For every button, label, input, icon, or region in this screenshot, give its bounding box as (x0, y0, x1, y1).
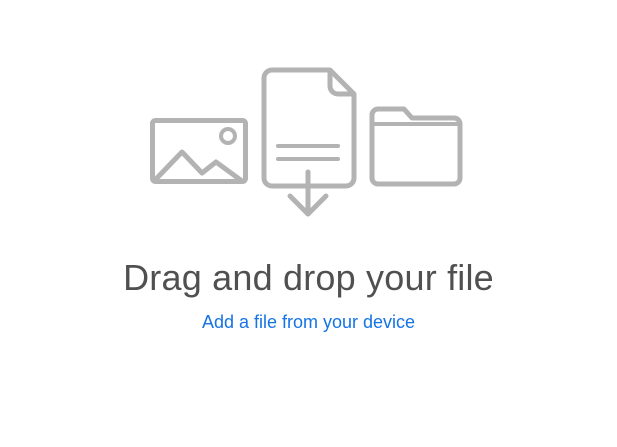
drop-instruction-heading: Drag and drop your file (123, 257, 494, 298)
upload-illustration (150, 66, 470, 226)
folder-icon (369, 106, 463, 187)
file-upload-icon (260, 66, 360, 222)
image-icon (150, 118, 248, 184)
add-file-link[interactable]: Add a file from your device (0, 310, 617, 334)
file-drop-zone[interactable]: Drag and drop your file Add a file from … (0, 0, 617, 447)
